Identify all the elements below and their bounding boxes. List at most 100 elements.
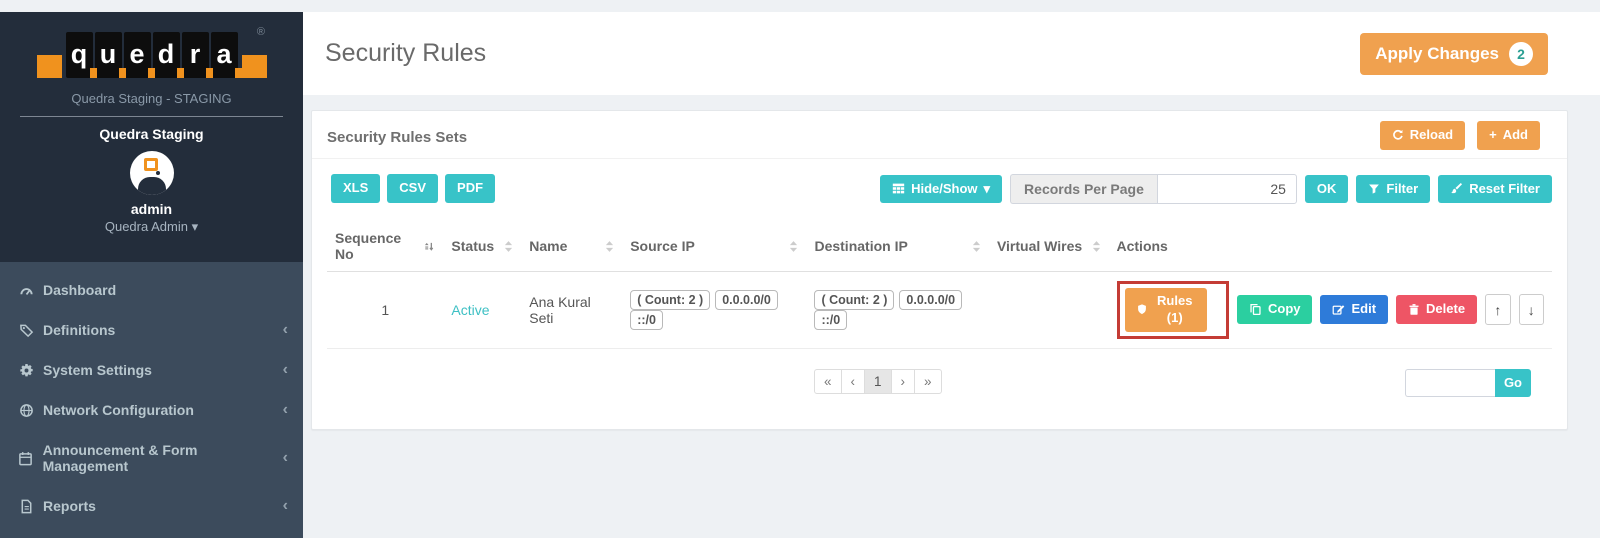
hide-show-columns-button[interactable]: Hide/Show ▾ — [880, 175, 1002, 204]
pending-changes-badge: 2 — [1509, 42, 1533, 66]
table-header-row: Sequence No Status — [327, 220, 1552, 272]
sidebar: q u e d r a ® Quedra Staging - STAGING Q… — [0, 12, 303, 538]
user-avatar — [130, 151, 174, 195]
sidebar-item-label: Reports — [43, 498, 96, 514]
table-toolbar: XLS CSV PDF Hide/Show ▾ — [327, 174, 1552, 204]
trash-icon — [1408, 303, 1420, 316]
globe-icon — [15, 403, 37, 418]
username-label: admin — [0, 201, 303, 217]
content-area: Security Rules Sets Reload + Add — [303, 95, 1600, 538]
sidebar-item-system-settings[interactable]: System Settings ‹ — [0, 350, 303, 390]
pagination-last-button[interactable]: » — [914, 369, 942, 394]
count-badge: ( Count: 2 ) — [814, 290, 894, 310]
column-header-sequence-no[interactable]: Sequence No — [327, 220, 443, 272]
sidebar-item-label: Announcement & Form Management — [43, 442, 283, 474]
delete-label: Delete — [1426, 301, 1465, 318]
document-icon — [15, 499, 37, 514]
pagination-row: « ‹ 1 › » Go — [327, 349, 1552, 429]
team-title: Quedra Staging — [0, 126, 303, 142]
security-rules-sets-panel: Security Rules Sets Reload + Add — [311, 110, 1568, 430]
quedra-logo[interactable]: q u e d r a ® — [0, 32, 303, 78]
sidebar-item-label: Dashboard — [43, 282, 116, 298]
count-badge: ( Count: 2 ) — [630, 290, 710, 310]
reload-button[interactable]: Reload — [1380, 121, 1465, 150]
trademark-icon: ® — [257, 26, 265, 38]
tag-icon — [15, 323, 37, 338]
pagination-next-button[interactable]: › — [891, 369, 916, 394]
chevron-left-icon: ‹ — [283, 498, 288, 514]
go-button[interactable]: Go — [1495, 369, 1531, 397]
ip-badge: 0.0.0.0/0 — [899, 290, 962, 310]
sidebar-item-announcement-form-management[interactable]: Announcement & Form Management ‹ — [0, 430, 303, 486]
avatar-monitor-icon — [144, 158, 158, 171]
column-header-name[interactable]: Name — [521, 220, 622, 272]
reset-filter-button[interactable]: Reset Filter — [1438, 175, 1552, 204]
sort-icon — [1086, 240, 1101, 253]
main-area: Security Rules Apply Changes 2 Security … — [303, 12, 1600, 538]
move-up-button[interactable]: ↑ — [1485, 294, 1510, 325]
column-label: Destination IP — [814, 238, 907, 254]
column-header-status[interactable]: Status — [443, 220, 521, 272]
edit-button[interactable]: Edit — [1320, 295, 1388, 324]
sort-icon — [498, 240, 513, 253]
cell-name: Ana Kural Seti — [521, 272, 622, 349]
cell-source-ip: ( Count: 2 )0.0.0.0/0::/0 — [622, 272, 806, 349]
user-role-label: Quedra Admin — [105, 219, 188, 234]
move-down-button[interactable]: ↓ — [1519, 294, 1544, 325]
ip-badge: ::/0 — [630, 310, 663, 330]
logo-letter-tile: q — [66, 32, 93, 78]
sidebar-item-dashboard[interactable]: Dashboard — [0, 270, 303, 310]
edit-label: Edit — [1351, 301, 1376, 318]
page-number-input[interactable] — [1405, 369, 1495, 397]
avatar-dot — [156, 171, 160, 175]
sidebar-item-definitions[interactable]: Definitions ‹ — [0, 310, 303, 350]
column-label: Sequence No — [335, 230, 418, 262]
column-header-actions: Actions — [1109, 220, 1553, 272]
pagination-page-1-button[interactable]: 1 — [864, 369, 892, 394]
copy-button[interactable]: Copy — [1237, 295, 1313, 324]
export-csv-button[interactable]: CSV — [387, 174, 438, 203]
sort-icon — [418, 240, 435, 253]
records-per-page-input[interactable] — [1157, 174, 1297, 204]
user-role-dropdown[interactable]: Quedra Admin ▾ — [0, 219, 303, 235]
gears-icon — [15, 363, 37, 378]
pagination: « ‹ 1 › » — [814, 369, 942, 394]
column-header-destination-ip[interactable]: Destination IP — [806, 220, 989, 272]
environment-label: Quedra Staging - STAGING — [0, 91, 303, 106]
export-buttons: XLS CSV PDF — [331, 174, 495, 203]
column-header-source-ip[interactable]: Source IP — [622, 220, 806, 272]
page-title: Security Rules — [325, 39, 486, 68]
cell-sequence-no: 1 — [327, 272, 443, 349]
chevron-left-icon: ‹ — [283, 362, 288, 378]
filter-tools: Hide/Show ▾ Records Per Page OK — [880, 174, 1552, 204]
panel-heading: Security Rules Sets Reload + Add — [312, 111, 1567, 159]
go-to-page-group: Go — [1405, 369, 1531, 397]
delete-button[interactable]: Delete — [1396, 295, 1477, 324]
sidebar-item-network-configuration[interactable]: Network Configuration ‹ — [0, 390, 303, 430]
export-xls-button[interactable]: XLS — [331, 174, 380, 203]
add-button[interactable]: + Add — [1477, 121, 1540, 150]
table-grid-icon — [892, 182, 905, 195]
sidebar-item-label: Network Configuration — [43, 402, 194, 418]
export-pdf-button[interactable]: PDF — [445, 174, 495, 203]
pagination-prev-button[interactable]: ‹ — [841, 369, 866, 394]
records-per-page-label: Records Per Page — [1010, 174, 1157, 204]
pagination-first-button[interactable]: « — [814, 369, 842, 394]
hide-show-label: Hide/Show — [911, 181, 977, 198]
sidebar-item-reports[interactable]: Reports ‹ — [0, 486, 303, 526]
brush-icon — [1450, 182, 1463, 195]
column-header-virtual-wires[interactable]: Virtual Wires — [989, 220, 1109, 272]
reload-label: Reload — [1410, 127, 1453, 144]
add-label: Add — [1503, 127, 1528, 144]
status-active-link[interactable]: Active — [451, 302, 489, 318]
apply-changes-label: Apply Changes — [1375, 44, 1499, 64]
arrow-up-icon: ↑ — [1494, 302, 1501, 318]
rules-button[interactable]: Rules (1) — [1125, 288, 1207, 332]
apply-changes-button[interactable]: Apply Changes 2 — [1360, 33, 1548, 75]
sidebar-menu: Dashboard Definitions ‹ System Settings … — [0, 262, 303, 538]
ok-button[interactable]: OK — [1305, 175, 1349, 204]
gauge-icon — [15, 283, 37, 298]
sidebar-item-label: System Settings — [43, 362, 152, 378]
rules-highlight-box: Rules (1) — [1117, 281, 1229, 339]
filter-button[interactable]: Filter — [1356, 175, 1430, 204]
